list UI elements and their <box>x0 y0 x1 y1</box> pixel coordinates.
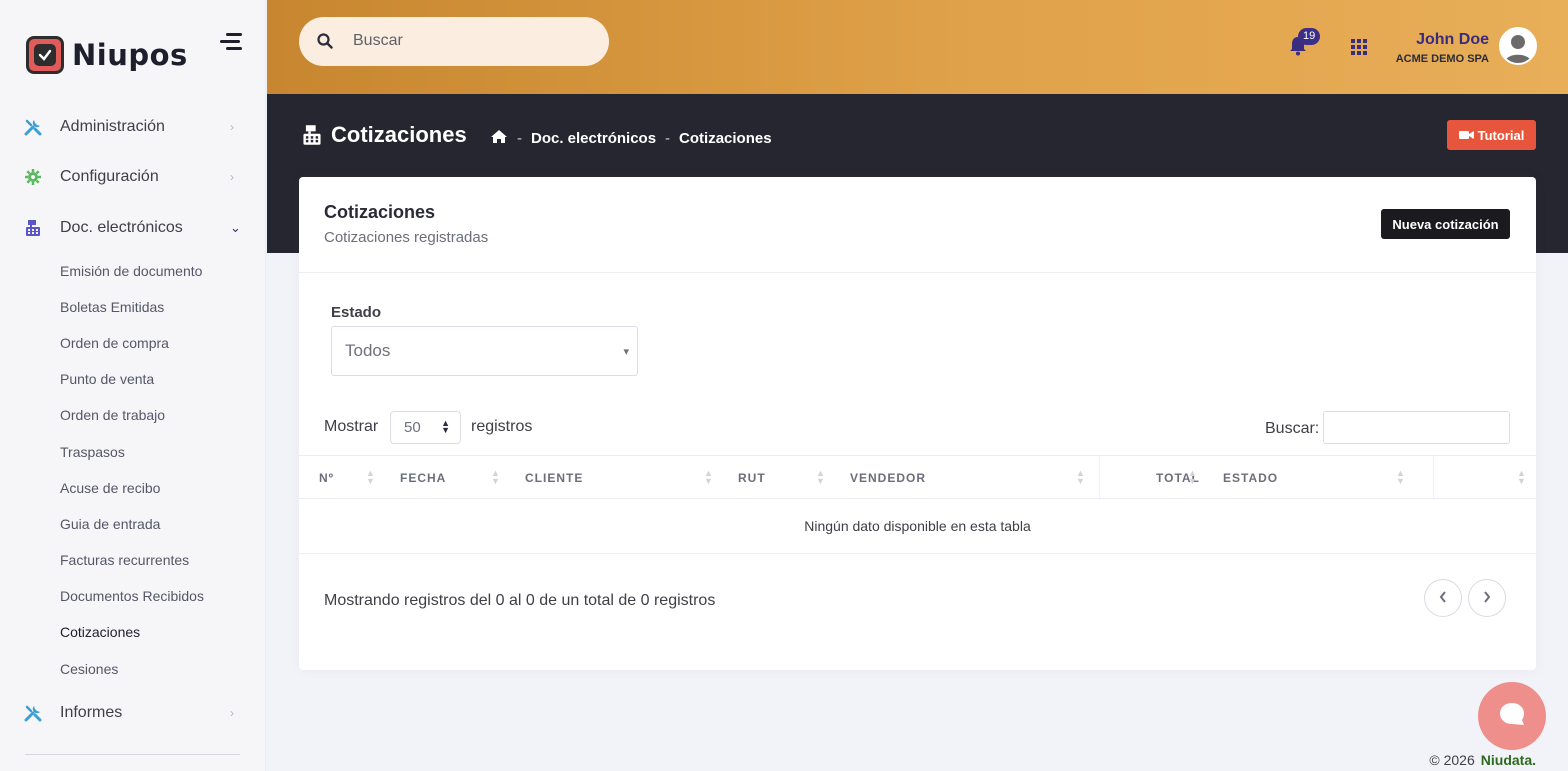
sidebar-item-doc-electronicos[interactable]: Doc. electrónicos ⌄ <box>0 208 266 248</box>
tutorial-label: Tutorial <box>1477 127 1525 143</box>
sidebar-item-label: Doc. electrónicos <box>60 219 183 236</box>
breadcrumb-link-cotizaciones[interactable]: Cotizaciones <box>679 130 772 147</box>
status-filter-value: Todos <box>345 341 391 360</box>
page-length-select[interactable]: 50 ▲ ▼ <box>390 411 461 444</box>
column-header-fecha[interactable]: FECHA <box>400 456 446 500</box>
sidebar-item-label: Administración <box>60 118 165 135</box>
sort-icon: ▲ ▼ <box>491 468 500 486</box>
empty-table-message: Ningún dato disponible en esta tabla <box>299 499 1536 554</box>
menu-toggle-icon[interactable] <box>220 33 242 51</box>
video-camera-icon <box>1458 128 1474 143</box>
sidebar-item-configuracion[interactable]: Configuración › <box>0 157 266 197</box>
submenu-item-guia[interactable]: Guia de entrada <box>60 516 160 532</box>
apps-grid-icon[interactable] <box>1351 39 1369 55</box>
gear-icon <box>24 168 42 186</box>
submenu-item-acuse[interactable]: Acuse de recibo <box>60 480 160 496</box>
chevron-left-icon <box>1439 590 1447 606</box>
sort-icon: ▲ ▼ <box>366 468 375 486</box>
global-search[interactable] <box>299 17 609 66</box>
new-quote-button[interactable]: Nueva cotización <box>1381 209 1510 239</box>
quotes-card: Cotizaciones Cotizaciones registradas Nu… <box>299 177 1536 670</box>
chevron-right-icon <box>1483 590 1491 606</box>
page-title: Cotizaciones <box>331 122 467 147</box>
sort-icon: ▲ ▼ <box>1396 468 1405 486</box>
submenu-item-documentos[interactable]: Documentos Recibidos <box>60 588 204 604</box>
cash-register-icon <box>24 219 42 237</box>
divider <box>299 272 1536 273</box>
card-title: Cotizaciones <box>324 202 436 222</box>
brand-name: Niupos <box>72 38 188 72</box>
sidebar-divider <box>25 754 240 755</box>
table-search-input[interactable] <box>1323 411 1510 444</box>
submenu-item-cotizaciones[interactable]: Cotizaciones <box>60 624 140 640</box>
home-icon[interactable] <box>490 129 508 148</box>
table-header: Nº ▲ ▼ FECHA ▲ ▼ CLIENTE ▲ ▼ RUT ▲ ▼ VENDEDO… <box>299 455 1536 500</box>
sidebar-item-label: Informes <box>60 704 123 721</box>
sort-icon: ▲ ▼ <box>704 468 713 486</box>
avatar[interactable] <box>1499 27 1537 65</box>
submenu-item-traspasos[interactable]: Traspasos <box>60 444 125 460</box>
breadcrumb: - Doc. electrónicos - Cotizaciones <box>490 129 772 148</box>
user-company: ACME DEMO SPA <box>1395 53 1489 65</box>
sidebar-item-administracion[interactable]: Administración › <box>0 107 266 147</box>
submenu-item-punto-venta[interactable]: Punto de venta <box>60 371 154 387</box>
search-icon <box>317 33 333 54</box>
chevron-right-icon: › <box>230 170 234 184</box>
footer-company-link[interactable]: Niudata. <box>1481 752 1536 768</box>
status-filter-label: Estado <box>331 304 382 321</box>
sidebar-item-informes[interactable]: Informes › <box>0 693 266 733</box>
submenu-item-boletas[interactable]: Boletas Emitidas <box>60 299 164 315</box>
column-header-vendedor[interactable]: VENDEDOR <box>850 456 926 500</box>
submenu-item-cesiones[interactable]: Cesiones <box>60 661 118 677</box>
records-label: registros <box>471 418 533 435</box>
notification-badge: 19 <box>1298 28 1321 45</box>
breadcrumb-link-doc-electronicos[interactable]: Doc. electrónicos <box>531 130 656 147</box>
tutorial-button[interactable]: Tutorial <box>1447 120 1536 150</box>
footer: © 2026 Niudata. <box>1429 752 1536 768</box>
column-header-cliente[interactable]: CLIENTE <box>525 456 583 500</box>
show-label: Mostrar <box>324 418 379 435</box>
topbar: 19 John Doe ACME DEMO SPA <box>267 0 1568 94</box>
submenu-item-orden-trabajo[interactable]: Orden de trabajo <box>60 407 165 423</box>
user-name[interactable]: John Doe <box>1416 31 1489 49</box>
tools-icon <box>24 704 42 722</box>
copyright: © 2026 <box>1429 752 1475 768</box>
chevron-right-icon: › <box>230 120 234 134</box>
tools-icon <box>24 118 42 136</box>
chat-button[interactable] <box>1478 682 1546 750</box>
column-separator <box>1433 456 1434 500</box>
submenu-item-facturas[interactable]: Facturas recurrentes <box>60 552 189 568</box>
column-header-rut[interactable]: RUT <box>738 456 766 500</box>
column-separator <box>1099 456 1100 500</box>
sort-icon: ▲ ▼ <box>1076 468 1085 486</box>
sort-icon: ▲ ▼ <box>816 468 825 486</box>
card-subtitle: Cotizaciones registradas <box>324 229 489 246</box>
chevron-right-icon: › <box>230 706 234 720</box>
page-length-value: 50 <box>404 419 421 436</box>
table-search-label: Buscar: <box>1265 420 1320 437</box>
logo-icon <box>26 36 64 74</box>
next-page-button[interactable] <box>1468 579 1506 617</box>
column-header-numero[interactable]: Nº <box>319 456 334 500</box>
sort-icon: ▲ ▼ <box>1517 468 1526 486</box>
sidebar: Niupos Administración › Configuración › … <box>0 0 266 771</box>
previous-page-button[interactable] <box>1424 579 1462 617</box>
sort-arrows-icon: ▲ ▼ <box>441 418 450 435</box>
chat-bubble-icon <box>1499 702 1525 731</box>
sidebar-item-label: Configuración <box>60 168 159 185</box>
table-info: Mostrando registros del 0 al 0 de un tot… <box>324 592 716 609</box>
submenu-item-orden-compra[interactable]: Orden de compra <box>60 335 169 351</box>
chevron-down-icon: ⌄ <box>230 220 241 235</box>
sort-icon: ▲ ▼ <box>1188 468 1197 486</box>
brand-logo[interactable]: Niupos <box>26 35 188 75</box>
column-header-estado[interactable]: ESTADO <box>1223 456 1278 500</box>
submenu-item-emision[interactable]: Emisión de documento <box>60 263 202 279</box>
cash-register-icon <box>301 124 323 151</box>
search-input[interactable] <box>353 29 593 53</box>
status-filter-select[interactable]: Todos ▾ <box>331 326 638 376</box>
chevron-down-icon: ▾ <box>623 346 629 358</box>
